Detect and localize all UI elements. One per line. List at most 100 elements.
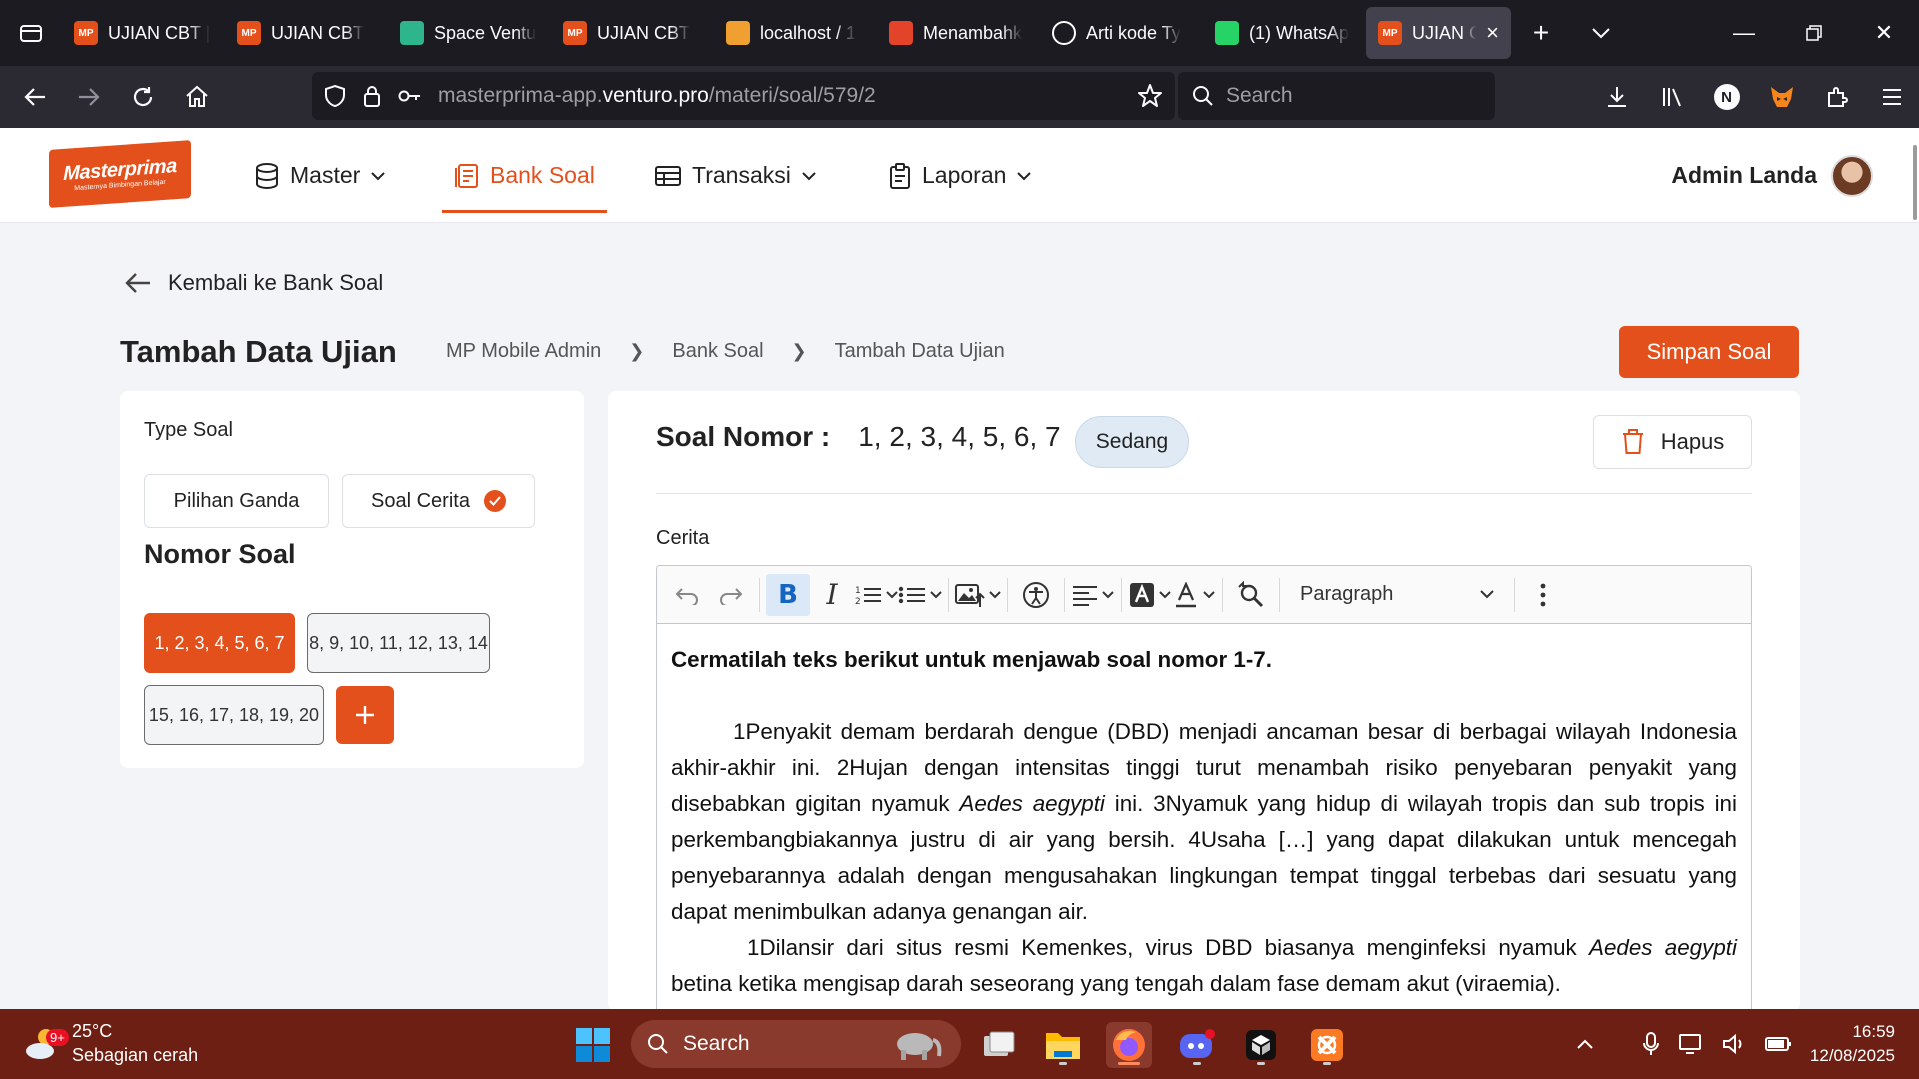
- redo-button[interactable]: [709, 574, 753, 616]
- url-text[interactable]: masterprima-app.venturo.pro/materi/soal/…: [438, 84, 876, 108]
- divider: [656, 493, 1752, 494]
- running-indicator: [1193, 1062, 1201, 1065]
- minimize-button[interactable]: —: [1709, 0, 1779, 66]
- breadcrumb-item[interactable]: MP Mobile Admin: [446, 340, 601, 363]
- close-tab-icon[interactable]: ×: [1486, 20, 1499, 46]
- browser-tab[interactable]: Space Ventu: [388, 7, 551, 59]
- alignment-button[interactable]: [1071, 574, 1115, 616]
- extensions-button[interactable]: [1809, 85, 1864, 109]
- toolbar-separator: [1279, 577, 1280, 612]
- find-replace-button[interactable]: [1229, 574, 1273, 616]
- home-button[interactable]: [170, 66, 224, 128]
- browser-tab[interactable]: MP UJIAN CBT: [225, 7, 388, 59]
- menu-laporan[interactable]: Laporan: [888, 128, 1032, 223]
- save-question-button[interactable]: Simpan Soal: [1619, 326, 1799, 378]
- browser-tab-bar: MP UJIAN CBT | MP UJIAN CBT Space Ventu MP UJI…: [0, 0, 1919, 66]
- task-view-button[interactable]: [976, 1022, 1022, 1068]
- menu-bank-soal[interactable]: Bank Soal: [442, 128, 607, 223]
- chevron-down-icon: [1017, 171, 1032, 180]
- accessibility-button[interactable]: [1014, 574, 1058, 616]
- bulleted-list-icon: [898, 586, 925, 603]
- browser-tab[interactable]: localhost / 1: [714, 7, 877, 59]
- mp-favicon-icon: MP: [1378, 21, 1402, 45]
- bulleted-list-button[interactable]: [898, 574, 942, 616]
- app-taskbar-button[interactable]: [1238, 1022, 1284, 1068]
- breadcrumb-item[interactable]: Bank Soal: [672, 340, 763, 363]
- question-group-button[interactable]: 15, 16, 17, 18, 19, 20: [144, 685, 324, 745]
- bold-button[interactable]: B: [766, 573, 810, 616]
- firefox-taskbar-button[interactable]: [1106, 1022, 1152, 1068]
- question-group-button[interactable]: 8, 9, 10, 11, 12, 13, 14: [307, 613, 490, 673]
- network-icon[interactable]: [1678, 1032, 1704, 1056]
- active-indicator: [1118, 1062, 1140, 1065]
- browser-tab[interactable]: (1) WhatsAp: [1203, 7, 1366, 59]
- menu-master[interactable]: Master: [254, 128, 386, 223]
- bookmark-star-icon[interactable]: [1137, 83, 1163, 109]
- address-bar[interactable]: masterprima-app.venturo.pro/materi/soal/…: [312, 72, 1175, 120]
- close-window-button[interactable]: ✕: [1849, 0, 1919, 66]
- clock[interactable]: 16:59 12/08/2025: [1810, 1020, 1895, 1068]
- library-button[interactable]: [1644, 85, 1699, 109]
- tab-title: UJIAN CBT: [597, 22, 691, 43]
- app-menu-button[interactable]: [1864, 87, 1919, 107]
- key-icon[interactable]: [398, 88, 422, 104]
- avatar[interactable]: [1831, 154, 1873, 197]
- hamburger-icon: [1882, 89, 1901, 105]
- paragraph-style-select[interactable]: Paragraph: [1286, 574, 1508, 616]
- question-editor-panel: Soal Nomor : 1, 2, 3, 4, 5, 6, 7 Sedang …: [608, 391, 1800, 1011]
- insert-image-button[interactable]: [955, 574, 1001, 616]
- paragraph-style-value: Paragraph: [1300, 583, 1394, 605]
- shield-icon[interactable]: [324, 84, 346, 108]
- browser-tab[interactable]: MP UJIAN CBT: [551, 7, 714, 59]
- volume-icon[interactable]: [1722, 1033, 1746, 1055]
- add-question-group-button[interactable]: [336, 686, 394, 744]
- xampp-taskbar-button[interactable]: [1304, 1022, 1350, 1068]
- font-color-button[interactable]: [1172, 574, 1216, 616]
- downloads-button[interactable]: [1589, 85, 1644, 109]
- chevron-down-icon: [1480, 590, 1494, 599]
- delete-label: Hapus: [1660, 429, 1725, 454]
- database-icon: [256, 162, 278, 189]
- toolbar-separator: [1007, 577, 1008, 612]
- type-soal-cerita-button[interactable]: Soal Cerita: [342, 474, 535, 528]
- browser-tab[interactable]: Menambahk: [877, 7, 1040, 59]
- restore-button[interactable]: [1779, 0, 1849, 66]
- difficulty-badge[interactable]: Sedang: [1075, 416, 1189, 468]
- file-explorer-button[interactable]: [1040, 1022, 1086, 1068]
- new-tab-button[interactable]: +: [1511, 0, 1571, 66]
- highlight-button[interactable]: [1128, 574, 1172, 616]
- masterprima-logo[interactable]: Masterprima Masternya Bimbingan Belajar: [49, 140, 191, 208]
- page-scrollbar[interactable]: [1913, 145, 1917, 220]
- back-button[interactable]: [8, 66, 62, 128]
- discord-taskbar-button[interactable]: [1174, 1022, 1220, 1068]
- italic-button[interactable]: I: [810, 574, 854, 616]
- more-vertical-icon: [1540, 583, 1546, 606]
- menu-transaksi[interactable]: Transaksi: [654, 128, 817, 223]
- taskbar-search[interactable]: Search: [631, 1020, 961, 1068]
- browser-tab-active[interactable]: MP UJIAN CBT ×: [1366, 7, 1511, 59]
- forward-button[interactable]: [62, 66, 116, 128]
- microphone-icon[interactable]: [1642, 1031, 1660, 1057]
- weather-widget[interactable]: 9+ 25°C Sebagian cerah: [24, 1019, 198, 1067]
- browser-tab[interactable]: MP UJIAN CBT |: [62, 7, 225, 59]
- lock-icon[interactable]: [362, 84, 382, 108]
- question-group-button[interactable]: 1, 2, 3, 4, 5, 6, 7: [144, 613, 295, 673]
- more-options-button[interactable]: [1521, 574, 1565, 616]
- browser-search-field[interactable]: Search: [1178, 72, 1495, 120]
- undo-button[interactable]: [665, 574, 709, 616]
- editor-content[interactable]: Cermatilah teks berikut untuk menjawab s…: [657, 624, 1751, 1011]
- reload-button[interactable]: [116, 66, 170, 128]
- chevron-up-icon[interactable]: [1576, 1038, 1594, 1050]
- account-button[interactable]: N: [1699, 84, 1754, 110]
- user-menu[interactable]: Admin Landa: [1671, 128, 1873, 223]
- type-pilihan-ganda-button[interactable]: Pilihan Ganda: [144, 474, 329, 528]
- start-button[interactable]: [570, 1022, 616, 1068]
- tab-overview-button[interactable]: [0, 0, 62, 66]
- numbered-list-button[interactable]: 12: [854, 574, 898, 616]
- back-to-bank-soal-link[interactable]: Kembali ke Bank Soal: [124, 270, 383, 296]
- metamask-extension-button[interactable]: [1754, 85, 1809, 109]
- delete-button[interactable]: Hapus: [1593, 415, 1752, 469]
- battery-icon[interactable]: [1764, 1034, 1792, 1054]
- browser-tab[interactable]: Arti kode Ty: [1040, 7, 1203, 59]
- tab-list-dropdown[interactable]: [1571, 0, 1631, 66]
